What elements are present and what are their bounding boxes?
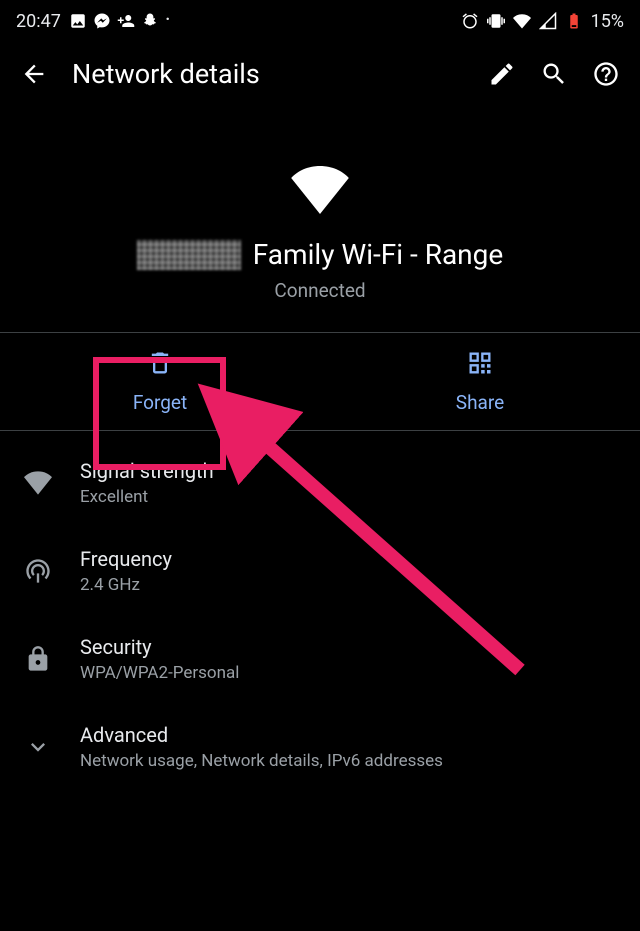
more-dot-icon: · [165, 16, 171, 26]
help-icon[interactable] [592, 60, 620, 88]
trash-icon [146, 349, 174, 377]
clock: 20:47 [16, 11, 61, 32]
forget-button[interactable]: Forget [0, 349, 320, 414]
antenna-icon [24, 557, 52, 585]
network-name-text: Family Wi-Fi - Range [253, 238, 503, 271]
network-name: Family Wi-Fi - Range [137, 238, 503, 271]
photo-icon [69, 12, 87, 30]
wifi-status-icon [513, 12, 531, 30]
lock-icon [24, 645, 52, 673]
share-label: Share [456, 391, 504, 414]
edit-icon[interactable] [488, 60, 516, 88]
network-hero: Family Wi-Fi - Range Connected [0, 106, 640, 332]
cell-signal-icon [539, 12, 557, 30]
redacted-prefix [137, 240, 241, 270]
detail-list: Signal strength Excellent Frequency 2.4 … [0, 431, 640, 799]
security-item[interactable]: Security WPA/WPA2-Personal [0, 615, 640, 703]
advanced-item[interactable]: Advanced Network usage, Network details,… [0, 703, 640, 791]
advanced-label: Advanced [80, 723, 443, 747]
battery-icon [565, 12, 583, 30]
security-label: Security [80, 635, 239, 659]
status-left: 20:47 · [16, 11, 171, 32]
back-icon[interactable] [20, 60, 48, 88]
add-user-icon [117, 12, 135, 30]
advanced-value: Network usage, Network details, IPv6 add… [80, 751, 443, 771]
chevron-down-icon [24, 733, 52, 761]
forget-label: Forget [133, 391, 187, 414]
alarm-icon [461, 12, 479, 30]
search-icon[interactable] [540, 60, 568, 88]
security-value: WPA/WPA2-Personal [80, 663, 239, 683]
messenger-icon [93, 12, 111, 30]
status-right: 15% [461, 11, 624, 32]
snapchat-icon [141, 12, 159, 30]
notification-icons: · [69, 12, 171, 30]
app-bar: Network details [0, 42, 640, 106]
frequency-label: Frequency [80, 547, 172, 571]
share-button[interactable]: Share [320, 349, 640, 414]
vibrate-icon [487, 12, 505, 30]
wifi-icon [290, 166, 350, 214]
battery-percent: 15% [591, 11, 624, 32]
frequency-value: 2.4 GHz [80, 575, 172, 595]
signal-value: Excellent [80, 487, 214, 507]
actions-row: Forget Share [0, 333, 640, 430]
qr-icon [466, 349, 494, 377]
signal-label: Signal strength [80, 459, 214, 483]
status-bar: 20:47 · 15% [0, 0, 640, 42]
signal-strength-item[interactable]: Signal strength Excellent [0, 439, 640, 527]
frequency-item[interactable]: Frequency 2.4 GHz [0, 527, 640, 615]
wifi-small-icon [24, 469, 52, 497]
connection-status: Connected [274, 279, 365, 302]
page-title: Network details [72, 58, 464, 90]
